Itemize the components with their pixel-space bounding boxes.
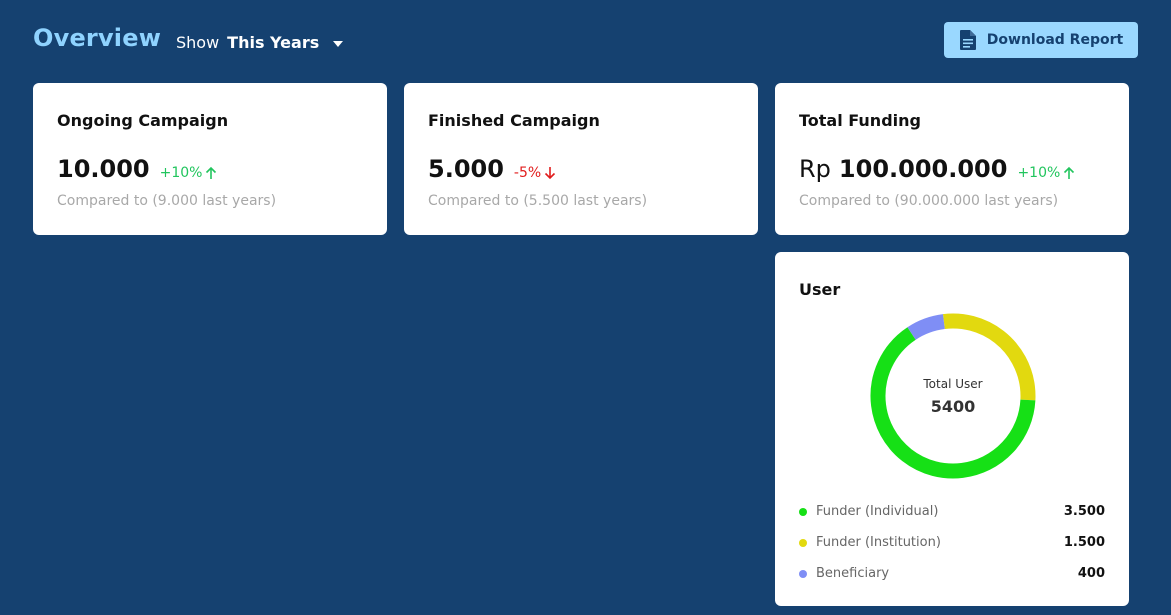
card-title: Ongoing Campaign: [57, 111, 229, 130]
user-donut-chart: Total User 5400: [868, 311, 1038, 481]
download-report-button[interactable]: Download Report: [944, 22, 1138, 58]
legend-dot: [799, 538, 807, 547]
stat-row: 10.000 +10%: [57, 155, 217, 183]
legend-value: 1.500: [1063, 535, 1105, 550]
legend-dot: [799, 507, 807, 516]
total-funding-card: Total Funding Rp 100.000.000 +10% Compar…: [775, 83, 1129, 235]
stat-value: 100.000.000: [838, 155, 1008, 183]
arrow-down-icon: [545, 167, 556, 180]
user-legend: Funder (Individual) 3.500 Funder (Instit…: [799, 496, 1105, 589]
download-report-label: Download Report: [986, 32, 1124, 48]
card-title: User: [799, 280, 841, 299]
donut-center: Total User 5400: [868, 311, 1038, 481]
ongoing-campaign-card: Ongoing Campaign 10.000 +10% Compared to…: [33, 83, 387, 235]
compare-text: Compared to (5.500 last years): [428, 193, 648, 209]
compare-text: Compared to (90.000.000 last years): [799, 193, 1059, 209]
period-selector[interactable]: Show This Years: [176, 33, 344, 52]
page-title: Overview: [33, 24, 162, 52]
delta-value: +10%: [159, 165, 203, 181]
arrow-up-icon: [206, 166, 217, 179]
stat-value: 10.000: [57, 155, 150, 183]
total-user-value: 5400: [930, 396, 976, 416]
document-icon: [959, 30, 976, 50]
stat-value: 5.000: [428, 155, 504, 183]
delta-badge: -5%: [514, 165, 556, 181]
legend-dot: [799, 569, 807, 578]
delta-value: -5%: [513, 165, 542, 181]
chevron-down-icon[interactable]: [333, 40, 344, 47]
currency-prefix: Rp: [799, 155, 831, 183]
card-title: Total Funding: [799, 111, 921, 130]
legend-value: 400: [1077, 566, 1105, 581]
legend-item: Beneficiary 400: [799, 558, 1105, 589]
delta-badge: +10%: [160, 165, 218, 181]
legend-value: 3.500: [1063, 504, 1105, 519]
show-label: Show: [176, 33, 220, 52]
legend-label: Beneficiary: [816, 566, 890, 581]
card-title: Finished Campaign: [428, 111, 600, 130]
delta-value: +10%: [1017, 165, 1061, 181]
period-value[interactable]: This Years: [227, 33, 319, 52]
legend-item: Funder (Individual) 3.500: [799, 496, 1105, 527]
finished-campaign-card: Finished Campaign 5.000 -5% Compared to …: [404, 83, 758, 235]
stat-row: Rp 100.000.000 +10%: [799, 155, 1075, 183]
legend-label: Funder (Institution): [816, 535, 941, 550]
user-card: User Total User 5400 Funder (Individual)…: [775, 252, 1129, 606]
total-user-label: Total User: [923, 376, 983, 391]
stat-row: 5.000 -5%: [428, 155, 556, 183]
delta-badge: +10%: [1017, 165, 1075, 181]
compare-text: Compared to (9.000 last years): [57, 193, 277, 209]
legend-label: Funder (Individual): [816, 504, 939, 519]
arrow-up-icon: [1064, 166, 1075, 179]
legend-item: Funder (Institution) 1.500: [799, 527, 1105, 558]
